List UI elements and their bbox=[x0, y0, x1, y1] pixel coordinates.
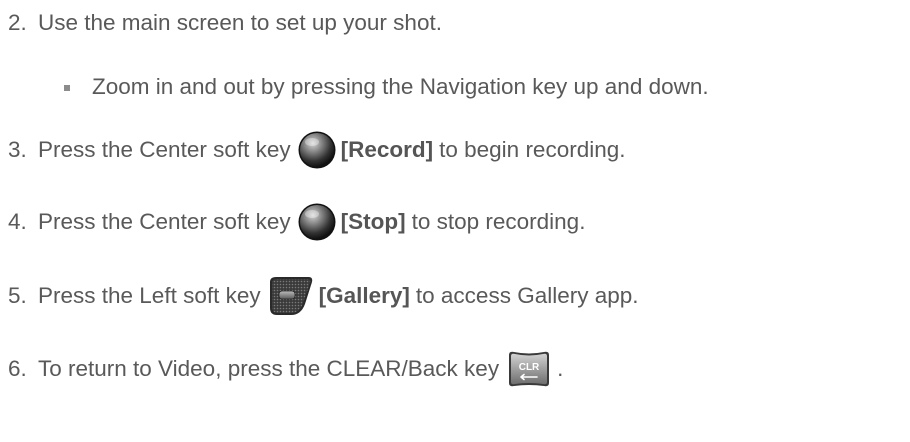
stop-label: [Stop] bbox=[340, 209, 406, 234]
step-text-after: to access Gallery app. bbox=[415, 283, 639, 308]
clear-back-key-icon: CLR bbox=[505, 349, 553, 389]
step-text-after: to stop recording. bbox=[411, 209, 586, 234]
step-number: 3. bbox=[8, 137, 27, 162]
step-2: 2. Use the main screen to set up your sh… bbox=[8, 3, 442, 43]
step-text-before: Press the Left soft key bbox=[38, 283, 261, 308]
step-number: 6. bbox=[8, 356, 27, 381]
step-number: 5. bbox=[8, 283, 27, 308]
step-text-before: Press the Center soft key bbox=[38, 137, 291, 162]
step-text: Use the main screen to set up your shot. bbox=[38, 10, 442, 35]
clr-key-text: CLR bbox=[519, 362, 540, 373]
step-text-before: To return to Video, press the CLEAR/Back… bbox=[38, 356, 500, 381]
step-number: 4. bbox=[8, 209, 27, 234]
step-6: 6. To return to Video, press the CLEAR/B… bbox=[8, 349, 563, 389]
center-soft-key-icon bbox=[297, 130, 337, 170]
left-soft-key-icon bbox=[267, 274, 315, 318]
step-4: 4. Press the Center soft key [Stop] to s… bbox=[8, 202, 585, 242]
step-number: 2. bbox=[8, 10, 27, 35]
sub-bullet-text: Zoom in and out by pressing the Navigati… bbox=[92, 74, 709, 99]
record-label: [Record] bbox=[340, 137, 434, 162]
gallery-label: [Gallery] bbox=[318, 283, 410, 308]
step-text-after: . bbox=[557, 356, 564, 381]
step-text-after: to begin recording. bbox=[439, 137, 626, 162]
center-soft-key-icon bbox=[297, 202, 337, 242]
step-text-before: Press the Center soft key bbox=[38, 209, 291, 234]
step-2-sub-bullet: Zoom in and out by pressing the Navigati… bbox=[64, 67, 709, 107]
step-5: 5. Press the Left soft key [Gallery] to … bbox=[8, 276, 639, 316]
bullet-icon bbox=[64, 85, 70, 91]
step-3: 3. Press the Center soft key [Record] to… bbox=[8, 130, 626, 170]
